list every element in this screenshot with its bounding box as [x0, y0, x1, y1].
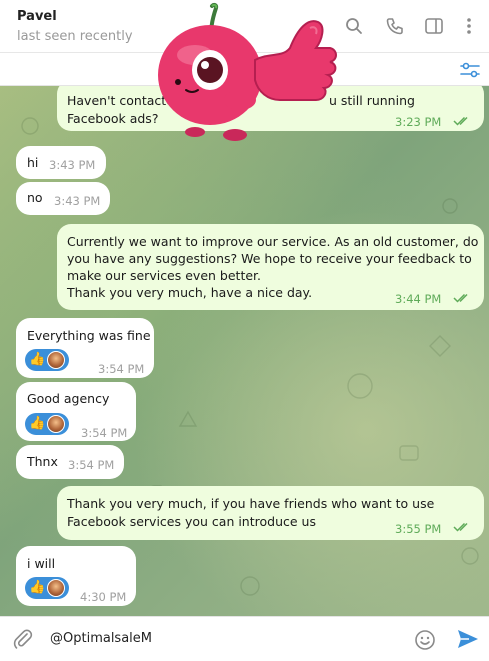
- message-incoming[interactable]: i will 👍 4:30 PM: [16, 546, 136, 606]
- message-incoming[interactable]: hi 3:43 PM: [16, 146, 106, 179]
- message-incoming[interactable]: no 3:43 PM: [16, 182, 110, 215]
- message-text: Currently we want to improve our service…: [67, 234, 479, 249]
- sidebar-toggle-icon[interactable]: [424, 16, 444, 36]
- message-time: 4:30 PM: [80, 590, 127, 604]
- reaction-badge[interactable]: 👍: [25, 413, 69, 435]
- cherry-sticker[interactable]: [150, 0, 340, 150]
- filter-icon[interactable]: [459, 60, 481, 80]
- message-time: 3:23 PM: [395, 115, 442, 129]
- reaction-badge[interactable]: 👍: [25, 349, 69, 371]
- thumbs-up-icon: 👍: [29, 416, 46, 431]
- message-composer: @OptimalsaleM: [0, 616, 489, 661]
- contact-status: last seen recently: [17, 29, 133, 44]
- thumbs-up-icon: 👍: [29, 580, 46, 595]
- read-checkmarks-icon: [453, 522, 468, 532]
- message-text: i will: [27, 556, 56, 571]
- message-time: 3:54 PM: [68, 458, 115, 472]
- message-text: u still running: [329, 93, 415, 108]
- message-text: no: [27, 190, 43, 205]
- read-checkmarks-icon: [453, 116, 468, 126]
- reactor-avatar: [47, 351, 65, 369]
- message-text: Thank you very much, have a nice day.: [67, 285, 313, 300]
- phone-icon[interactable]: [385, 16, 405, 36]
- message-text: Facebook services you can introduce us: [67, 514, 316, 529]
- message-text: Facebook ads?: [67, 111, 159, 126]
- reaction-badge[interactable]: 👍: [25, 577, 69, 599]
- search-icon[interactable]: [344, 16, 364, 36]
- contact-name[interactable]: Pavel: [17, 9, 57, 24]
- attach-icon[interactable]: [12, 628, 34, 650]
- message-incoming[interactable]: Everything was fine 👍 3:54 PM: [16, 318, 154, 378]
- message-text: Thnx: [27, 454, 58, 469]
- message-outgoing[interactable]: Currently we want to improve our service…: [57, 224, 484, 310]
- message-outgoing[interactable]: Thank you very much, if you have friends…: [57, 486, 484, 540]
- message-time: 3:54 PM: [81, 426, 128, 440]
- message-text: hi: [27, 155, 39, 170]
- message-incoming[interactable]: Good agency 👍 3:54 PM: [16, 382, 136, 441]
- reactor-avatar: [47, 579, 65, 597]
- message-text: Everything was fine: [27, 328, 151, 343]
- message-input[interactable]: @OptimalsaleM: [50, 631, 152, 646]
- message-incoming[interactable]: Thnx 3:54 PM: [16, 445, 124, 479]
- message-time: 3:43 PM: [49, 158, 96, 172]
- message-time: 3:44 PM: [395, 292, 442, 306]
- message-text: make our services even better.: [67, 268, 261, 283]
- thumbs-up-icon: 👍: [29, 352, 46, 367]
- message-text: Thank you very much, if you have friends…: [67, 496, 435, 511]
- reactor-avatar: [47, 415, 65, 433]
- read-checkmarks-icon: [453, 293, 468, 303]
- emoji-icon[interactable]: [414, 629, 436, 651]
- send-icon[interactable]: [456, 628, 480, 650]
- message-time: 3:55 PM: [395, 522, 442, 536]
- message-time: 3:54 PM: [98, 362, 145, 376]
- more-vertical-icon[interactable]: [459, 16, 479, 36]
- message-text: you have any suggestions? We hope to rec…: [67, 251, 472, 266]
- chat-area[interactable]: Haven't contacte u still running Faceboo…: [0, 86, 489, 616]
- message-text: Good agency: [27, 391, 110, 406]
- message-time: 3:43 PM: [54, 194, 101, 208]
